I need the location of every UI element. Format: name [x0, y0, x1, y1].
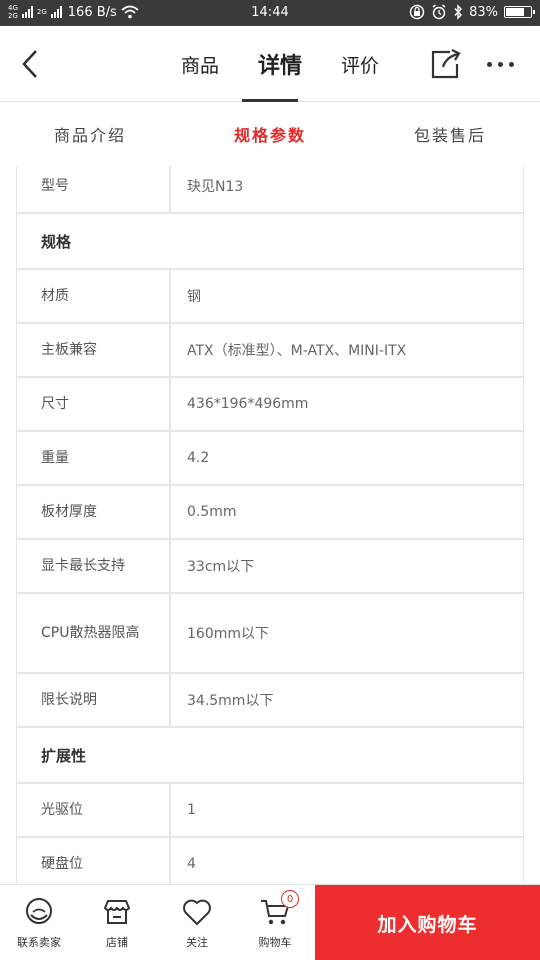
- subtab-intro[interactable]: 商品介绍: [0, 102, 180, 166]
- bluetooth-icon: [454, 4, 463, 20]
- cart-label: 购物车: [258, 936, 292, 949]
- spec-value: 4: [187, 856, 196, 872]
- spec-table: 型号 玦见N13 规格 材质 钢 主板兼容 ATX（标准型）、M-ATX、MIN…: [16, 166, 524, 884]
- battery-fill: [506, 8, 524, 16]
- spec-value: 1: [187, 802, 196, 818]
- spec-key: 硬盘位: [17, 838, 171, 884]
- spec-key: 材质: [17, 270, 171, 322]
- back-button[interactable]: [12, 46, 48, 82]
- spec-value: 钢: [187, 289, 201, 305]
- spec-value: 33cm以下: [187, 559, 255, 575]
- lock-rotation-icon: [409, 4, 425, 20]
- spec-value: 160mm以下: [187, 626, 269, 642]
- cart-icon: 0: [259, 890, 299, 928]
- spec-row: 限长说明 34.5mm以下: [17, 674, 523, 728]
- tab-goods[interactable]: 商品: [160, 26, 240, 102]
- spec-key: 限长说明: [17, 674, 171, 726]
- spec-row: 重量 4.2: [17, 432, 523, 486]
- spec-key: 显卡最长支持: [17, 540, 171, 592]
- cart-badge: 0: [281, 890, 299, 908]
- tab-details[interactable]: 详情: [240, 26, 320, 102]
- shop-button[interactable]: 店铺: [82, 885, 152, 960]
- more-button[interactable]: [478, 46, 522, 82]
- status-bar: 4G 2G 2G 166 B/s 14:44 83%: [0, 0, 540, 26]
- subtab-specs[interactable]: 规格参数: [180, 102, 360, 166]
- battery-icon: [504, 6, 535, 18]
- spec-row: 显卡最长支持 33cm以下: [17, 540, 523, 594]
- heart-icon: [181, 896, 213, 928]
- spec-row: 材质 钢: [17, 270, 523, 324]
- spec-value: 玦见N13: [187, 179, 244, 195]
- spec-row: 板材厚度 0.5mm: [17, 486, 523, 540]
- spec-key: 板材厚度: [17, 486, 171, 538]
- spec-value: 34.5mm以下: [187, 693, 274, 709]
- status-right: 83%: [409, 4, 535, 20]
- alarm-icon: [432, 4, 446, 20]
- spec-key: 光驱位: [17, 784, 171, 836]
- tab-reviews[interactable]: 评价: [320, 26, 400, 102]
- more-dot-icon: [497, 61, 503, 67]
- follow-button[interactable]: 关注: [162, 885, 232, 960]
- spec-key: 尺寸: [17, 378, 171, 430]
- spec-row: 尺寸 436*196*496mm: [17, 378, 523, 432]
- spec-value: 4.2: [187, 450, 210, 466]
- shop-icon: [101, 896, 133, 928]
- more-dot-icon: [486, 61, 492, 67]
- contact-seller-button[interactable]: 联系卖家: [4, 885, 74, 960]
- spec-value: ATX（标准型）、M-ATX、MINI-ITX: [187, 343, 407, 359]
- customer-service-icon: [23, 896, 55, 928]
- spec-content[interactable]: 型号 玦见N13 规格 材质 钢 主板兼容 ATX（标准型）、M-ATX、MIN…: [16, 166, 524, 884]
- section-header: 规格: [17, 214, 523, 270]
- spec-value: 0.5mm: [187, 504, 237, 520]
- share-button[interactable]: [426, 46, 466, 82]
- subtab-packaging[interactable]: 包装售后: [360, 102, 540, 166]
- more-dot-icon: [508, 61, 514, 67]
- spec-key: 型号: [17, 166, 171, 212]
- shop-label: 店铺: [106, 936, 128, 949]
- sub-tabs: 商品介绍 规格参数 包装售后: [0, 102, 540, 166]
- section-header: 扩展性: [17, 728, 523, 784]
- spec-key: 重量: [17, 432, 171, 484]
- chevron-left-icon: [22, 50, 37, 78]
- contact-seller-label: 联系卖家: [17, 936, 61, 949]
- header: 商品 详情 评价: [0, 26, 540, 102]
- spec-value: 436*196*496mm: [187, 396, 309, 412]
- spec-key: CPU散热器限高: [17, 594, 171, 672]
- bottom-bar: 联系卖家 店铺 关注 0 购物车 加入购物车: [0, 884, 540, 960]
- cart-button[interactable]: 0 购物车: [240, 885, 310, 960]
- spec-row: 型号 玦见N13: [17, 166, 523, 214]
- spec-row: 主板兼容 ATX（标准型）、M-ATX、MINI-ITX: [17, 324, 523, 378]
- share-icon: [431, 49, 461, 79]
- add-to-cart-button[interactable]: 加入购物车: [315, 885, 540, 960]
- spec-row: 光驱位 1: [17, 784, 523, 838]
- follow-label: 关注: [186, 936, 208, 949]
- spec-row: CPU散热器限高 160mm以下: [17, 594, 523, 674]
- spec-key: 主板兼容: [17, 324, 171, 376]
- top-tabs: 商品 详情 评价: [160, 26, 400, 102]
- spec-row: 硬盘位 4: [17, 838, 523, 884]
- battery-percent: 83%: [469, 4, 498, 20]
